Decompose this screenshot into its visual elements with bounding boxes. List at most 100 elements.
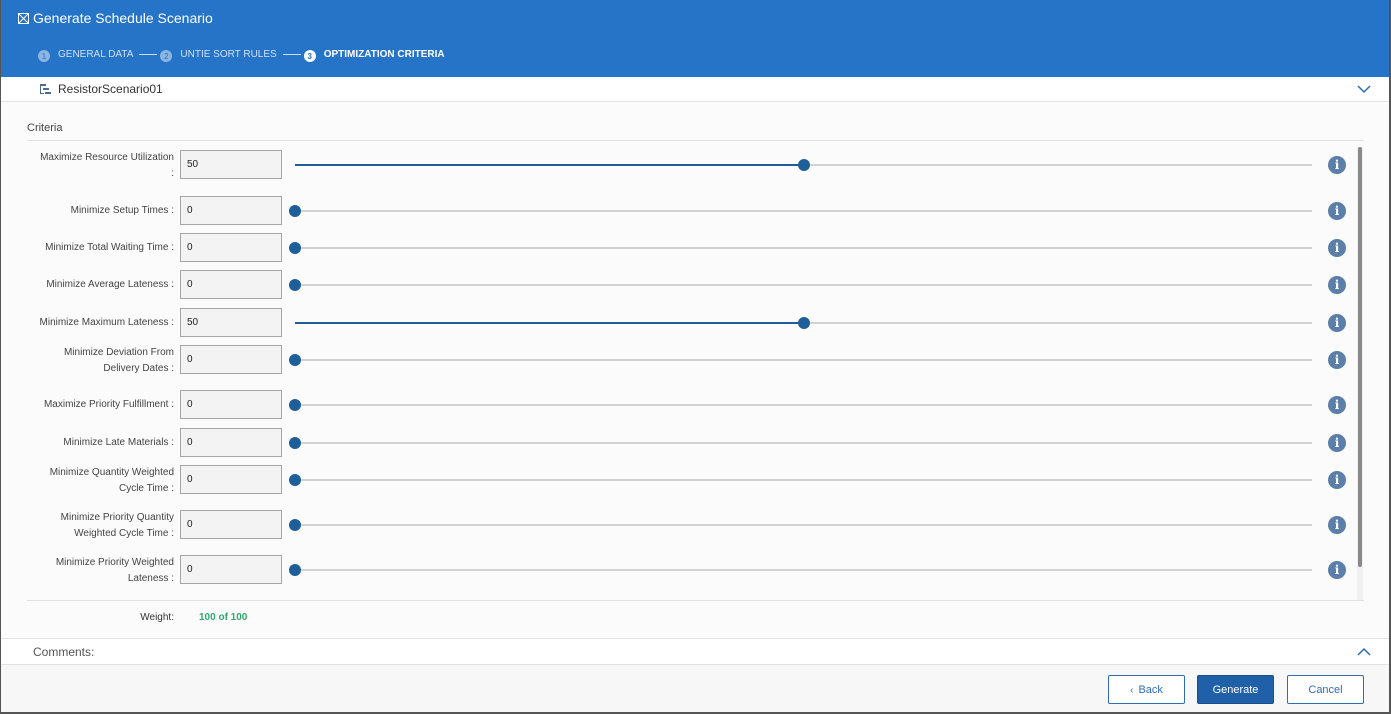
cancel-button[interactable]: Cancel	[1287, 675, 1364, 704]
criteria-label: Minimize Total Waiting Time :	[20, 240, 174, 256]
criteria-weight-input[interactable]	[180, 390, 282, 419]
slider-thumb[interactable]	[289, 519, 301, 531]
info-icon[interactable]: i	[1328, 516, 1346, 534]
criteria-label-line: Minimize Priority Quantity	[60, 512, 174, 523]
info-glyph: i	[1334, 278, 1340, 292]
criteria-slider[interactable]	[289, 399, 1312, 411]
info-glyph: i	[1334, 473, 1340, 487]
criteria-label-line: Minimize Total Waiting Time :	[45, 242, 174, 253]
criteria-slider[interactable]	[289, 564, 1312, 576]
criteria-slider[interactable]	[295, 317, 1312, 329]
criteria-weight-input[interactable]	[180, 196, 282, 225]
info-icon[interactable]: i	[1328, 471, 1346, 489]
criteria-title: Criteria	[27, 122, 63, 134]
criteria-label-line: Minimize Late Materials :	[63, 437, 174, 448]
grid-dialog-icon	[18, 12, 29, 24]
slider-thumb[interactable]	[289, 437, 301, 449]
divider	[27, 600, 1364, 601]
criteria-weight-input[interactable]	[180, 465, 282, 494]
comments-label: Comments:	[33, 645, 95, 659]
step-number: 3	[303, 50, 316, 62]
criteria-weight-input[interactable]	[180, 555, 282, 584]
chevron-down-icon[interactable]	[1357, 83, 1371, 95]
slider-thumb[interactable]	[797, 159, 810, 171]
dialog-title-row: Generate Schedule Scenario	[18, 10, 213, 26]
criteria-label-line: Minimize Setup Times :	[70, 205, 174, 216]
info-icon[interactable]: i	[1328, 396, 1346, 414]
scrollbar-thumb[interactable]	[1358, 147, 1362, 567]
generate-button[interactable]: Generate	[1197, 675, 1274, 704]
step-number: 2	[160, 50, 173, 62]
info-glyph: i	[1334, 436, 1340, 450]
info-glyph: i	[1334, 353, 1340, 367]
weight-label: Weight:	[140, 612, 174, 623]
criteria-label-line: Cycle Time :	[118, 483, 174, 494]
hierarchy-tree-icon	[40, 84, 51, 94]
info-icon[interactable]: i	[1328, 434, 1346, 452]
criteria-slider[interactable]	[289, 354, 1312, 366]
criteria-label: Minimize Priority Weighted Lateness :	[20, 555, 174, 587]
step-connector	[282, 54, 301, 55]
criteria-row: Minimize Setup Times : i	[0, 196, 1360, 226]
criteria-label: Minimize Quantity Weighted Cycle Time :	[20, 465, 174, 497]
slider-thumb[interactable]	[289, 564, 301, 576]
criteria-row: Minimize Maximum Lateness : i	[0, 308, 1360, 338]
info-glyph: i	[1334, 316, 1340, 330]
info-glyph: i	[1334, 398, 1340, 412]
info-icon[interactable]: i	[1328, 314, 1346, 332]
info-icon[interactable]: i	[1328, 239, 1346, 257]
slider-thumb[interactable]	[797, 317, 810, 329]
slider-fill	[295, 322, 804, 324]
criteria-slider[interactable]	[289, 279, 1312, 291]
scenario-name: ResistorScenario01	[58, 82, 163, 96]
wizard-steps: 1 GENERAL DATA 2 UNTIE SORT RULES 3 OPTI…	[38, 47, 445, 62]
criteria-weight-input[interactable]	[180, 428, 282, 457]
slider-thumb[interactable]	[289, 205, 301, 217]
step-general-data[interactable]: 1 GENERAL DATA	[38, 47, 133, 62]
step-label: GENERAL DATA	[58, 49, 134, 60]
info-icon[interactable]: i	[1328, 156, 1346, 174]
info-icon[interactable]: i	[1328, 202, 1346, 220]
criteria-slider[interactable]	[295, 159, 1312, 171]
step-optimization-criteria[interactable]: 3 OPTIMIZATION CRITERIA	[303, 47, 445, 62]
criteria-slider[interactable]	[289, 205, 1312, 217]
slider-thumb[interactable]	[289, 354, 301, 366]
criteria-row: Minimize Late Materials : i	[0, 428, 1360, 458]
step-untie-sort-rules[interactable]: 2 UNTIE SORT RULES	[160, 47, 277, 62]
info-glyph: i	[1334, 241, 1340, 255]
slider-thumb[interactable]	[289, 279, 301, 291]
slider-thumb[interactable]	[289, 474, 301, 486]
criteria-weight-input[interactable]	[180, 150, 282, 179]
dialog-footer: ‹ Back Generate Cancel	[0, 665, 1391, 714]
criteria-label-line: Minimize Maximum Lateness :	[39, 317, 174, 328]
info-icon[interactable]: i	[1328, 351, 1346, 369]
criteria-weight-input[interactable]	[180, 308, 282, 337]
criteria-label-line: :	[171, 168, 174, 179]
criteria-weight-input[interactable]	[180, 345, 282, 374]
back-button[interactable]: ‹ Back	[1108, 675, 1185, 704]
criteria-label-line: Minimize Deviation From	[63, 347, 174, 358]
criteria-weight-input[interactable]	[180, 270, 282, 299]
slider-thumb[interactable]	[289, 242, 301, 254]
info-icon[interactable]: i	[1328, 276, 1346, 294]
criteria-scrollbar[interactable]	[1357, 147, 1363, 600]
info-icon[interactable]: i	[1328, 561, 1346, 579]
criteria-row: Maximize Resource Utilization: i	[0, 150, 1360, 180]
criteria-weight-input[interactable]	[180, 233, 282, 262]
info-glyph: i	[1334, 563, 1340, 577]
dialog-header: Generate Schedule Scenario 1 GENERAL DAT…	[0, 0, 1391, 77]
criteria-slider[interactable]	[289, 437, 1312, 449]
step-connector	[139, 54, 158, 55]
criteria-slider[interactable]	[289, 519, 1312, 531]
comments-bar: Comments:	[0, 638, 1391, 665]
criteria-row: Minimize Deviation From Delivery Dates : i	[0, 345, 1360, 375]
criteria-weight-input[interactable]	[180, 510, 282, 539]
criteria-label: Minimize Setup Times :	[20, 203, 174, 219]
criteria-row: Minimize Average Lateness : i	[0, 270, 1360, 300]
criteria-slider[interactable]	[289, 474, 1312, 486]
slider-thumb[interactable]	[289, 399, 301, 411]
criteria-slider[interactable]	[289, 242, 1312, 254]
criteria-label-line: Delivery Dates :	[103, 363, 174, 374]
chevron-up-icon[interactable]	[1357, 646, 1371, 658]
scenario-bar: ResistorScenario01	[0, 77, 1391, 102]
